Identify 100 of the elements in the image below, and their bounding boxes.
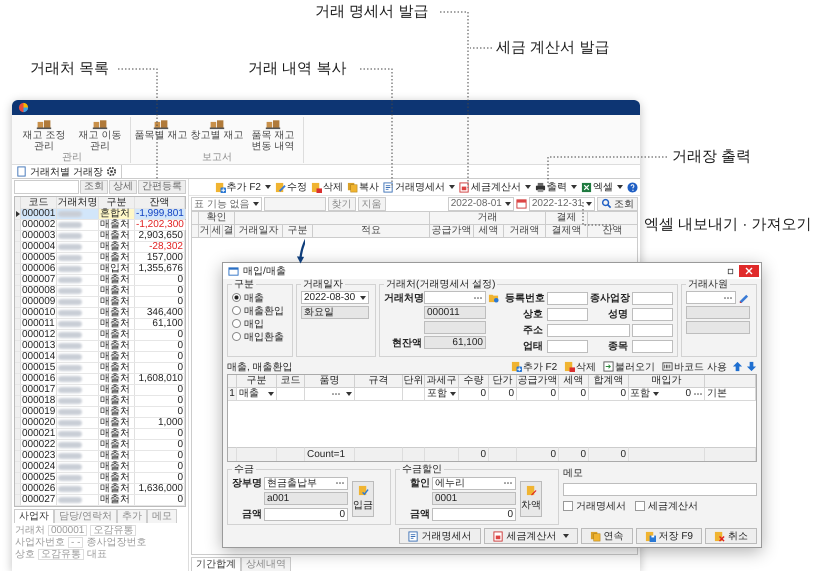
table-row[interactable]: 000023 매출처 0 bbox=[15, 451, 185, 462]
input-field[interactable] bbox=[424, 291, 486, 304]
input-field[interactable] bbox=[547, 292, 588, 304]
more-icon[interactable] bbox=[473, 296, 483, 300]
table-row[interactable]: 000003 매출처 2,903,650 bbox=[15, 231, 185, 242]
search-field[interactable] bbox=[14, 180, 79, 194]
table-row[interactable]: 000024 매출처 0 bbox=[15, 462, 185, 473]
list-button[interactable]: 조회 bbox=[80, 180, 108, 194]
input-field[interactable]: 에누리 bbox=[432, 476, 516, 490]
action-button[interactable]: 거래명세서 bbox=[398, 528, 481, 544]
calendar-icon[interactable] bbox=[516, 198, 527, 209]
close-icon[interactable] bbox=[739, 265, 759, 277]
table-row[interactable]: 000015 매출처 0 bbox=[15, 363, 185, 374]
toolbar-button[interactable]: 거래명세서 bbox=[381, 180, 457, 194]
date-field[interactable]: 2022-08-01 bbox=[448, 196, 514, 210]
folder-icon[interactable] bbox=[488, 292, 499, 303]
radio-button[interactable] bbox=[232, 319, 241, 328]
more-icon[interactable] bbox=[693, 392, 703, 396]
gear-icon[interactable] bbox=[106, 166, 117, 177]
table-row[interactable]: 000005 매출처 157,000 bbox=[15, 253, 185, 264]
table-row[interactable]: 000025 매출처 0 bbox=[15, 473, 185, 484]
table-row[interactable]: 000004 매출처 -28,302 bbox=[15, 242, 185, 253]
toolbar-button[interactable]: 삭제 bbox=[562, 360, 598, 374]
more-icon[interactable] bbox=[723, 296, 733, 300]
radio-button[interactable] bbox=[232, 306, 241, 315]
pen-icon[interactable] bbox=[738, 292, 749, 303]
toolbar-button[interactable]: 추가 F2 bbox=[212, 180, 273, 194]
table-row[interactable]: 000022 매출처 0 bbox=[15, 440, 185, 451]
action-button[interactable]: 연속 bbox=[580, 528, 633, 544]
list-button[interactable]: 상세 bbox=[109, 180, 137, 194]
search-button[interactable]: 조회 bbox=[597, 196, 638, 210]
toolbar-button[interactable]: 세금계산서 bbox=[457, 180, 533, 194]
up-arrow-icon[interactable] bbox=[732, 361, 743, 372]
input-field[interactable] bbox=[547, 340, 588, 352]
table-row[interactable]: 000012 매출처 0 bbox=[15, 330, 185, 341]
more-icon[interactable] bbox=[503, 481, 513, 485]
input-field[interactable] bbox=[632, 340, 673, 352]
table-row[interactable]: 000013 매출처 0 bbox=[15, 341, 185, 352]
maximize-icon[interactable] bbox=[726, 266, 735, 276]
difference-button[interactable]: 차액 bbox=[520, 480, 542, 516]
action-button[interactable]: 저장 F9 bbox=[636, 528, 702, 544]
radio-button[interactable] bbox=[232, 293, 241, 302]
ribbon-button[interactable]: 품목별 재고 bbox=[134, 117, 188, 152]
toolbar-button[interactable]: 추가 F2 bbox=[508, 360, 560, 374]
dropdown-field[interactable]: 매출 bbox=[237, 388, 277, 401]
toolbar-button[interactable]: 삭제 bbox=[309, 180, 345, 194]
toolbar-button[interactable]: 출력 bbox=[533, 180, 579, 194]
date-field[interactable]: 2022-12-31 bbox=[528, 196, 595, 210]
toolbar-button[interactable]: 엑셀 bbox=[579, 180, 625, 194]
input-field[interactable] bbox=[547, 324, 630, 336]
list-button[interactable]: 간편등록 bbox=[138, 180, 186, 194]
toolbar-button[interactable]: 불러오기 bbox=[601, 360, 658, 374]
more-icon[interactable] bbox=[335, 481, 345, 485]
checkbox[interactable] bbox=[635, 501, 645, 511]
document-tab[interactable]: 거래처별 거래장 bbox=[12, 165, 122, 178]
radio-button[interactable] bbox=[232, 332, 241, 341]
more-icon[interactable] bbox=[331, 392, 341, 396]
ribbon-button[interactable]: 재고 이동 관리 bbox=[73, 117, 127, 152]
table-row[interactable]: 000026 매출처 1,636,000 bbox=[15, 484, 185, 495]
checkbox[interactable] bbox=[563, 501, 573, 511]
table-row[interactable]: 000007 매출처 0 bbox=[15, 275, 185, 286]
input-field[interactable]: 현금출납부 bbox=[264, 476, 348, 490]
table-row[interactable]: 000011 매출처 61,100 bbox=[15, 319, 185, 330]
dropdown-field[interactable]: 표 기능 없음 bbox=[191, 196, 262, 210]
ribbon-button[interactable]: 창고별 재고 bbox=[190, 117, 244, 152]
ribbon-button[interactable]: 품목 재고 변동 내역 bbox=[246, 117, 300, 152]
table-row[interactable]: 000019 매출처 0 bbox=[15, 407, 185, 418]
table-row[interactable]: 000002 매출처 -1,202,300 bbox=[15, 220, 185, 231]
date-field[interactable]: 2022-08-30 bbox=[301, 291, 369, 304]
action-button[interactable]: 세금계산서 bbox=[484, 528, 578, 544]
tab[interactable]: 사업자 bbox=[14, 509, 54, 523]
table-row[interactable]: 000010 매출처 346,400 bbox=[15, 308, 185, 319]
input-field[interactable] bbox=[547, 308, 588, 320]
toolbar-button[interactable]: 복사 bbox=[345, 180, 381, 194]
memo-field[interactable] bbox=[563, 483, 757, 496]
table-row[interactable]: 000008 매출처 0 bbox=[15, 286, 185, 297]
table-row[interactable]: 000017 매출처 0 bbox=[15, 385, 185, 396]
input-field[interactable] bbox=[632, 324, 673, 336]
tab[interactable]: 기간합계 bbox=[191, 557, 241, 571]
table-row[interactable]: 000020 매출처 1,000 bbox=[15, 418, 185, 429]
input-field[interactable] bbox=[632, 308, 673, 320]
table-row[interactable]: 000021 매출처 0 bbox=[15, 429, 185, 440]
table-row[interactable]: 000027 매출처 0 bbox=[15, 495, 185, 506]
dropdown-field[interactable]: 포함 bbox=[425, 388, 459, 401]
table-row[interactable]: 000006 매입처 1,355,676 bbox=[15, 264, 185, 275]
table-row[interactable]: 000018 매출처 0 bbox=[15, 396, 185, 407]
input-field[interactable]: 0 bbox=[264, 508, 348, 520]
deposit-button[interactable]: 입금 bbox=[352, 480, 374, 516]
lookup-field[interactable] bbox=[305, 388, 355, 401]
input-field[interactable] bbox=[264, 196, 326, 210]
table-row[interactable]: 000001 혼합처 -1,999,801 bbox=[15, 209, 185, 220]
table-row[interactable]: 000009 매출처 0 bbox=[15, 297, 185, 308]
toolbar-button[interactable]: 바코드 사용 bbox=[660, 360, 729, 374]
help-icon[interactable] bbox=[627, 182, 638, 192]
ribbon-button[interactable]: 재고 조정 관리 bbox=[17, 117, 71, 152]
dropdown-field[interactable]: 포함 bbox=[630, 388, 659, 400]
input-field[interactable] bbox=[686, 291, 736, 304]
input-field[interactable]: 0 bbox=[432, 508, 516, 520]
toolbar-button[interactable]: 수정 bbox=[273, 180, 309, 194]
table-row[interactable]: 000014 매출처 0 bbox=[15, 352, 185, 363]
